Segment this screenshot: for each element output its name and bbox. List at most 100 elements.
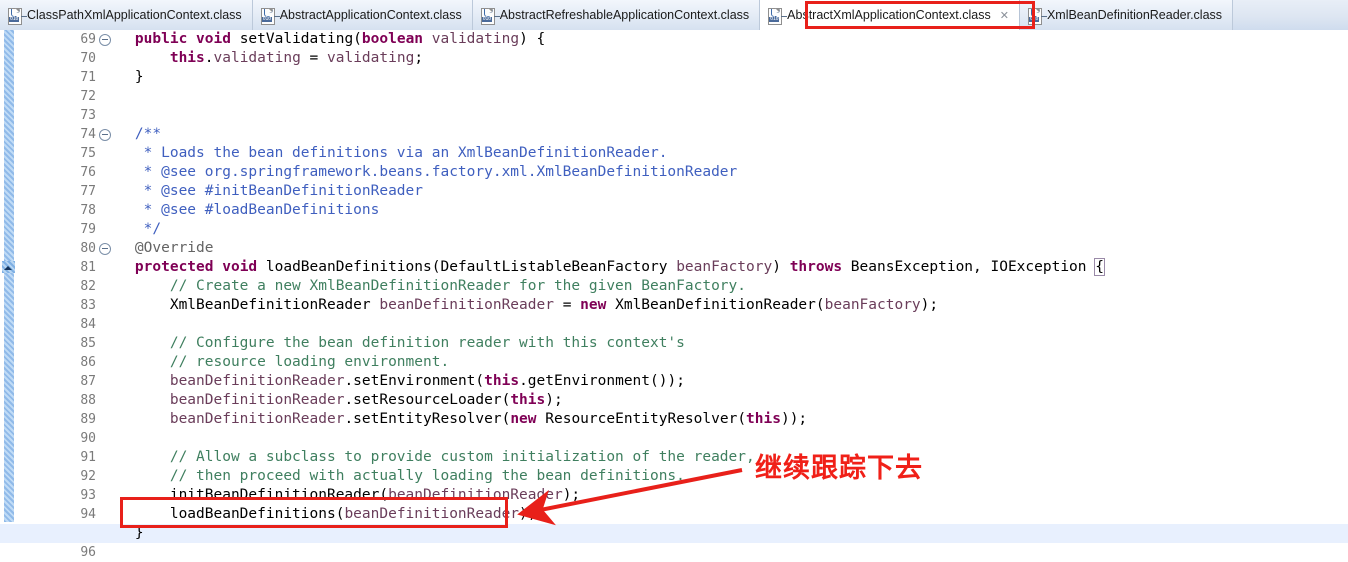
line-number[interactable]: 87 bbox=[14, 372, 100, 391]
line-number-label: 69 bbox=[80, 32, 96, 47]
code-line[interactable]: beanDefinitionReader.setResourceLoader(t… bbox=[100, 391, 1348, 410]
code-token: /** bbox=[100, 126, 162, 142]
code-line[interactable]: } bbox=[100, 68, 1348, 87]
code-content[interactable]: public void setValidating(boolean valida… bbox=[0, 30, 1348, 556]
line-number[interactable]: 96 bbox=[14, 543, 100, 562]
code-line[interactable] bbox=[100, 87, 1348, 106]
code-token: new bbox=[580, 297, 607, 313]
code-token: XmlBeanDefinitionReader bbox=[100, 297, 380, 313]
line-number[interactable]: 81 bbox=[2, 258, 100, 277]
class-file-icon: 010 bbox=[260, 7, 280, 25]
line-number-label: 83 bbox=[80, 298, 96, 313]
code-token: @Override bbox=[100, 240, 214, 256]
code-line[interactable]: initBeanDefinitionReader(beanDefinitionR… bbox=[100, 486, 1348, 505]
code-line[interactable]: */ bbox=[100, 220, 1348, 239]
line-number[interactable]: 76 bbox=[14, 163, 100, 182]
line-number[interactable]: 83 bbox=[14, 296, 100, 315]
line-number-label: 79 bbox=[80, 222, 96, 237]
line-number[interactable]: 77 bbox=[14, 182, 100, 201]
line-number[interactable]: 69 bbox=[14, 30, 111, 49]
line-number[interactable]: 94 bbox=[14, 505, 100, 524]
line-number-gutter[interactable]: 69 70 71 72 73 74 75 76 77 78 79 80 81 82 83 84 85 86 87 88… bbox=[2, 30, 111, 560]
line-number-label: 70 bbox=[80, 51, 96, 66]
code-line[interactable]: protected void loadBeanDefinitions(Defau… bbox=[100, 258, 1348, 277]
line-number[interactable]: 72 bbox=[14, 87, 100, 106]
code-token: setValidating( bbox=[230, 31, 362, 47]
editor-tab-0[interactable]: 010 ClassPathXmlApplicationContext.class bbox=[0, 0, 253, 30]
code-token: public bbox=[134, 31, 188, 47]
code-token: ); bbox=[545, 392, 563, 408]
line-number[interactable]: 89 bbox=[14, 410, 100, 429]
code-line-text: beanDefinitionReader.setEnvironment(this… bbox=[100, 373, 685, 389]
code-line[interactable]: * @see #initBeanDefinitionReader bbox=[100, 182, 1348, 201]
code-line[interactable]: loadBeanDefinitions(beanDefinitionReader… bbox=[100, 505, 1348, 524]
line-number-label: 84 bbox=[80, 317, 96, 332]
line-number[interactable]: 84 bbox=[14, 315, 100, 334]
line-number-label: 80 bbox=[80, 241, 96, 256]
code-line[interactable]: * Loads the bean definitions via an XmlB… bbox=[100, 144, 1348, 163]
line-number-label: 96 bbox=[80, 545, 96, 560]
code-token: this bbox=[484, 373, 520, 389]
code-line[interactable]: beanDefinitionReader.setEntityResolver(n… bbox=[100, 410, 1348, 429]
override-marker-icon[interactable] bbox=[2, 261, 15, 273]
line-number[interactable]: 88 bbox=[14, 391, 100, 410]
code-token: ) { bbox=[519, 31, 546, 47]
line-number[interactable]: 79 bbox=[14, 220, 100, 239]
code-line[interactable]: // Create a new XmlBeanDefinitionReader … bbox=[100, 277, 1348, 296]
line-number[interactable]: 90 bbox=[14, 429, 100, 448]
code-line[interactable]: @Override bbox=[100, 239, 1348, 258]
code-line[interactable]: // then proceed with actually loading th… bbox=[100, 467, 1348, 486]
editor-tab-2[interactable]: 010 AbstractRefreshableApplicationContext… bbox=[472, 0, 761, 30]
code-token: XmlBeanDefinitionReader( bbox=[606, 297, 825, 313]
code-token: boolean bbox=[361, 31, 424, 47]
line-number[interactable]: 93 bbox=[14, 486, 100, 505]
code-line[interactable]: this.validating = validating; bbox=[100, 49, 1348, 68]
line-number[interactable]: 71 bbox=[14, 68, 100, 87]
line-number[interactable]: 91 bbox=[14, 448, 100, 467]
code-line[interactable]: beanDefinitionReader.setEnvironment(this… bbox=[100, 372, 1348, 391]
line-number[interactable]: 86 bbox=[14, 353, 100, 372]
code-line[interactable] bbox=[100, 106, 1348, 125]
code-line[interactable]: XmlBeanDefinitionReader beanDefinitionRe… bbox=[100, 296, 1348, 315]
line-number-label: 85 bbox=[80, 336, 96, 351]
code-line[interactable]: * @see org.springframework.beans.factory… bbox=[100, 163, 1348, 182]
line-number-label: 78 bbox=[80, 203, 96, 218]
code-line[interactable]: // Configure the bean definition reader … bbox=[100, 334, 1348, 353]
close-icon[interactable]: ✕ bbox=[1000, 9, 1009, 22]
line-number[interactable]: 70 bbox=[14, 49, 100, 68]
code-line[interactable]: public void setValidating(boolean valida… bbox=[100, 30, 1348, 49]
code-editor[interactable]: 69 70 71 72 73 74 75 76 77 78 79 80 81 82 83 84 85 86 87 88… bbox=[0, 30, 1348, 560]
code-line[interactable] bbox=[100, 429, 1348, 448]
editor-tab-3[interactable]: 010 AbstractXmlApplicationContext.class ✕ bbox=[760, 0, 1020, 30]
code-token: beanDefinitionReader bbox=[379, 297, 554, 313]
line-number[interactable]: 78 bbox=[14, 201, 100, 220]
code-line[interactable] bbox=[100, 543, 1348, 562]
line-number[interactable]: 74 bbox=[14, 125, 111, 144]
code-token: loadBeanDefinitions(DefaultListableBeanF… bbox=[257, 259, 677, 275]
line-number[interactable]: 73 bbox=[14, 106, 100, 125]
code-line[interactable]: /** bbox=[100, 125, 1348, 144]
line-number[interactable]: 85 bbox=[14, 334, 100, 353]
line-number[interactable]: 80 bbox=[14, 239, 111, 258]
code-token: = bbox=[553, 297, 581, 313]
editor-tab-4[interactable]: 010 XmlBeanDefinitionReader.class bbox=[1019, 0, 1234, 30]
class-file-icon: 010 bbox=[480, 7, 500, 25]
line-number[interactable]: 75 bbox=[14, 144, 100, 163]
code-token: // then proceed with actually loading th… bbox=[100, 468, 685, 484]
editor-tab-1[interactable]: 010 AbstractApplicationContext.class bbox=[252, 0, 473, 30]
code-line-text: // then proceed with actually loading th… bbox=[100, 468, 685, 484]
code-token: // Configure the bean definition reader … bbox=[100, 335, 685, 351]
code-line[interactable]: // Allow a subclass to provide custom in… bbox=[100, 448, 1348, 467]
line-number[interactable]: 82 bbox=[14, 277, 100, 296]
code-line[interactable]: } bbox=[0, 524, 1348, 543]
code-line[interactable]: * @see #loadBeanDefinitions bbox=[100, 201, 1348, 220]
annotation-ruler[interactable] bbox=[0, 30, 14, 556]
code-line[interactable]: // resource loading environment. bbox=[100, 353, 1348, 372]
code-line-text: /** bbox=[100, 126, 161, 142]
line-number[interactable]: 92 bbox=[14, 467, 100, 486]
code-line[interactable] bbox=[100, 315, 1348, 334]
code-token: // Create a new XmlBeanDefinitionReader … bbox=[100, 278, 747, 294]
